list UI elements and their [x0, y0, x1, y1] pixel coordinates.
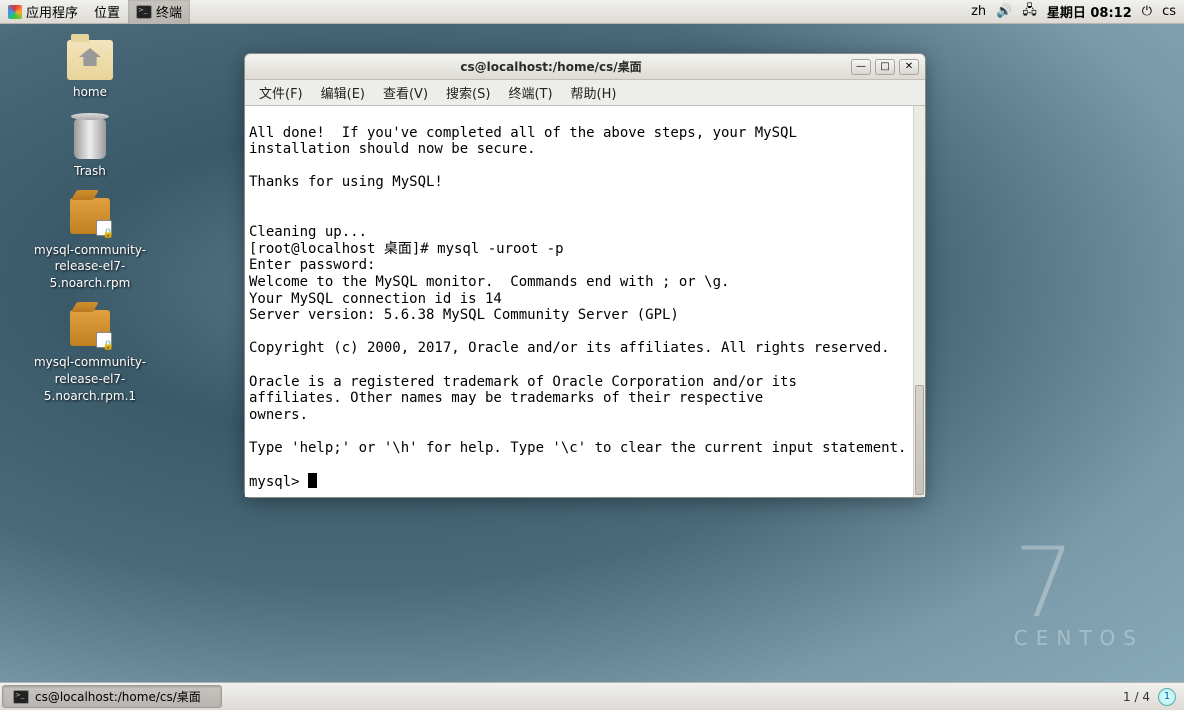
- poweroff-icon[interactable]: ⏻: [1142, 4, 1152, 19]
- package-icon: 🔒: [67, 198, 113, 238]
- pkg1-label: mysql-community-release-el7-5.noarch.rpm: [20, 242, 160, 292]
- trash-label: Trash: [74, 163, 106, 180]
- terminal-icon: [13, 690, 29, 704]
- terminal-body[interactable]: All done! If you've completed all of the…: [245, 106, 925, 497]
- lock-icon: 🔒: [103, 229, 114, 239]
- workspace-count: 1 / 4: [1123, 690, 1150, 704]
- window-titlebar[interactable]: cs@localhost:/home/cs/桌面 — □ ✕: [245, 54, 925, 80]
- window-title: cs@localhost:/home/cs/桌面: [251, 58, 851, 75]
- menu-help[interactable]: 帮助(H): [563, 80, 625, 105]
- gnome-foot-icon: [8, 5, 22, 19]
- terminal-scrollbar[interactable]: [913, 106, 925, 497]
- desktop-icons: home Trash 🔒 mysql-community-release-el7…: [20, 40, 160, 404]
- bottom-panel: cs@localhost:/home/cs/桌面 1 / 4 1: [0, 682, 1184, 710]
- network-icon[interactable]: 🖧: [1022, 1, 1037, 23]
- terminal-line: All done! If you've completed all of the…: [249, 125, 921, 142]
- user-menu[interactable]: cs: [1162, 4, 1176, 19]
- terminal-line: installation should now be secure.: [249, 141, 921, 158]
- desktop-icon-trash[interactable]: Trash: [20, 119, 160, 180]
- terminal-line: Cleaning up...: [249, 224, 921, 241]
- terminal-line: affiliates. Other names may be trademark…: [249, 390, 921, 407]
- minimize-button[interactable]: —: [851, 59, 871, 75]
- terminal-line: Server version: 5.6.38 MySQL Community S…: [249, 307, 921, 324]
- close-button[interactable]: ✕: [899, 59, 919, 75]
- terminal-line: [249, 208, 921, 225]
- desktop-icon-home[interactable]: home: [20, 40, 160, 101]
- workspace-switcher: 1 / 4 1: [1115, 688, 1184, 706]
- panel-left: 应用程序 位置 终端: [0, 0, 190, 24]
- terminal-line: Welcome to the MySQL monitor. Commands e…: [249, 274, 921, 291]
- window-controls: — □ ✕: [851, 59, 919, 75]
- panel-right: zh 🔊 🖧 星期日 08:12 ⏻ cs: [971, 1, 1184, 23]
- menu-terminal[interactable]: 终端(T): [500, 80, 560, 105]
- ime-indicator[interactable]: zh: [971, 4, 986, 19]
- task-label: cs@localhost:/home/cs/桌面: [35, 688, 201, 705]
- terminal-line: Copyright (c) 2000, 2017, Oracle and/or …: [249, 340, 921, 357]
- workspace-pager[interactable]: 1: [1158, 688, 1176, 706]
- maximize-button[interactable]: □: [875, 59, 895, 75]
- package-icon: 🔒: [67, 310, 113, 350]
- terminal-line: [249, 158, 921, 175]
- centos-version: 7: [1014, 545, 1144, 622]
- trash-icon: [74, 119, 106, 159]
- terminal-icon: [136, 5, 152, 19]
- terminal-cursor: [308, 473, 317, 488]
- terminal-line: owners.: [249, 407, 921, 424]
- centos-name: CENTOS: [1014, 626, 1144, 650]
- terminal-window: cs@localhost:/home/cs/桌面 — □ ✕ 文件(F) 编辑(…: [244, 53, 926, 498]
- places-menu[interactable]: 位置: [86, 0, 128, 24]
- places-label: 位置: [94, 2, 120, 21]
- pkg2-label: mysql-community-release-el7-5.noarch.rpm…: [20, 354, 160, 404]
- terminal-line: [249, 108, 921, 125]
- active-app-label: 终端: [156, 2, 182, 21]
- volume-icon[interactable]: 🔊: [996, 4, 1012, 19]
- lock-icon: 🔒: [103, 341, 114, 351]
- terminal-line: Oracle is a registered trademark of Orac…: [249, 374, 921, 391]
- desktop-icon-pkg2[interactable]: 🔒 mysql-community-release-el7-5.noarch.r…: [20, 310, 160, 404]
- desktop-icon-pkg1[interactable]: 🔒 mysql-community-release-el7-5.noarch.r…: [20, 198, 160, 292]
- active-app-indicator[interactable]: 终端: [128, 0, 190, 24]
- menu-search[interactable]: 搜索(S): [438, 80, 498, 105]
- home-label: home: [73, 84, 107, 101]
- terminal-line: [249, 191, 921, 208]
- terminal-line: Enter password:: [249, 257, 921, 274]
- menu-edit[interactable]: 编辑(E): [313, 80, 373, 105]
- terminal-line: [root@localhost 桌面]# mysql -uroot -p: [249, 241, 921, 258]
- terminal-line: Thanks for using MySQL!: [249, 174, 921, 191]
- top-panel: 应用程序 位置 终端 zh 🔊 🖧 星期日 08:12 ⏻ cs: [0, 0, 1184, 24]
- terminal-menubar: 文件(F) 编辑(E) 查看(V) 搜索(S) 终端(T) 帮助(H): [245, 80, 925, 106]
- terminal-line: [249, 456, 921, 473]
- applications-menu[interactable]: 应用程序: [0, 0, 86, 24]
- home-folder-icon: [67, 40, 113, 80]
- terminal-line: Your MySQL connection id is 14: [249, 291, 921, 308]
- menu-view[interactable]: 查看(V): [375, 80, 436, 105]
- terminal-line: Type 'help;' or '\h' for help. Type '\c'…: [249, 440, 921, 457]
- terminal-line: [249, 324, 921, 341]
- applications-label: 应用程序: [26, 2, 78, 21]
- terminal-line: [249, 357, 921, 374]
- menu-file[interactable]: 文件(F): [251, 80, 311, 105]
- scrollbar-thumb[interactable]: [915, 385, 924, 495]
- terminal-line: mysql>: [249, 473, 921, 491]
- terminal-line: [249, 423, 921, 440]
- taskbar-button-terminal[interactable]: cs@localhost:/home/cs/桌面: [2, 685, 222, 708]
- clock[interactable]: 星期日 08:12: [1047, 2, 1132, 21]
- centos-brand: 7 CENTOS: [1014, 545, 1144, 650]
